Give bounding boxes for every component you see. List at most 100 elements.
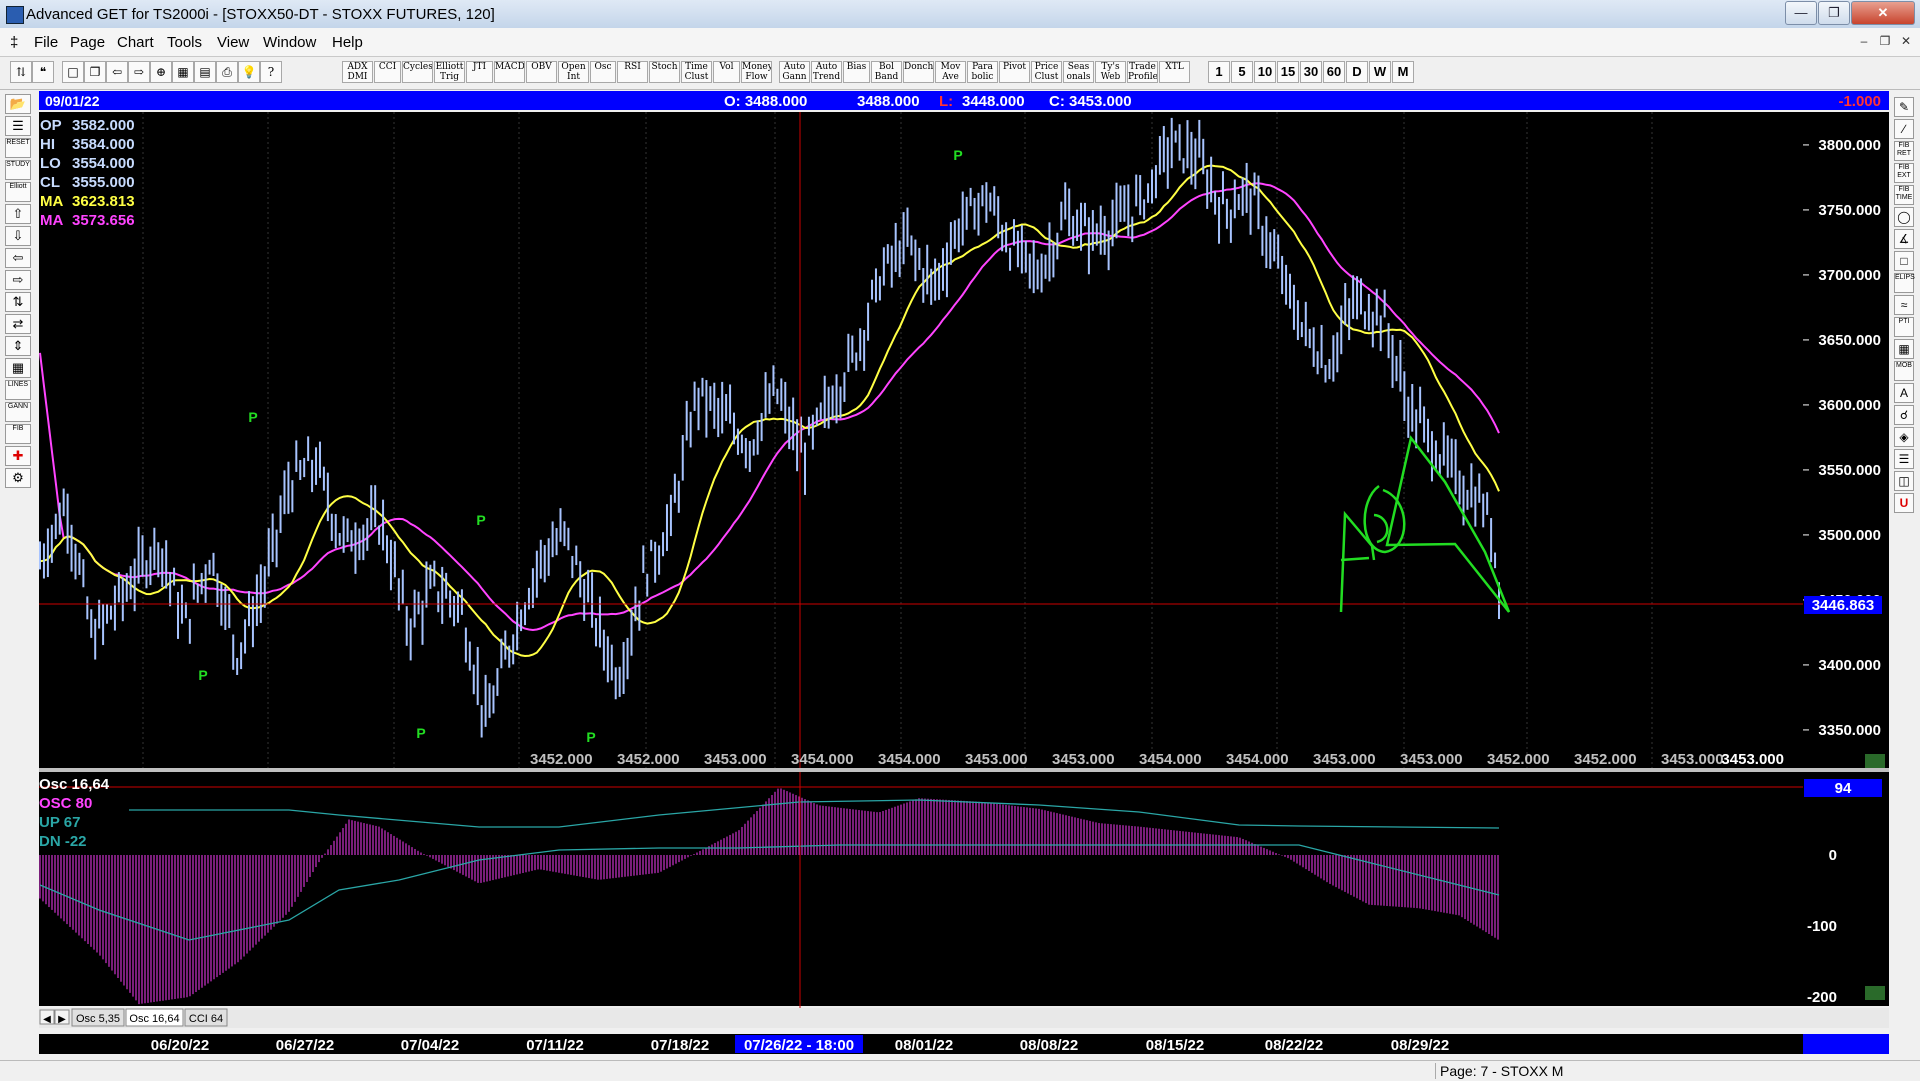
grid-icon[interactable]: ▦ (5, 358, 31, 378)
study-button-2[interactable]: Cycles (402, 61, 433, 83)
study-button-6[interactable]: OBV (526, 61, 557, 83)
paint-icon[interactable]: ◈ (1894, 427, 1914, 447)
osc-corner-icon[interactable] (1865, 986, 1885, 1000)
pencil-icon[interactable]: ✎ (1894, 97, 1914, 117)
new-page-icon[interactable]: □ (62, 61, 84, 83)
study-button-17[interactable]: Bol Band (871, 61, 902, 83)
gann-button[interactable]: GANN (5, 402, 31, 422)
study-button-20[interactable]: Para bolic (967, 61, 998, 83)
chart-area[interactable]: 09/01/22 O: 3488.000 3488.000 L: 3448.00… (39, 90, 1889, 1058)
menu-window[interactable]: Window (263, 34, 316, 51)
interval-button-1[interactable]: 1 (1208, 61, 1230, 83)
study-button-23[interactable]: Seas onals (1063, 61, 1094, 83)
study-button-15[interactable]: Auto Trend (811, 61, 842, 83)
study-button-18[interactable]: Donch (903, 61, 934, 83)
open-icon[interactable]: 📂 (5, 94, 31, 114)
study-button-26[interactable]: XTL (1159, 61, 1190, 83)
study-button-25[interactable]: Trade Profile (1127, 61, 1158, 83)
lines-button[interactable]: LINES (5, 380, 31, 400)
study-button-22[interactable]: Price Clust (1031, 61, 1062, 83)
ruler-icon[interactable]: ∕ (1894, 119, 1914, 139)
grid-icon[interactable]: ▦ (1894, 339, 1914, 359)
interval-button-D[interactable]: D (1346, 61, 1368, 83)
interval-button-10[interactable]: 10 (1254, 61, 1276, 83)
study-tab-2[interactable]: CCI 64 (184, 1008, 228, 1027)
cycle-icon[interactable]: ◯ (1894, 207, 1914, 227)
menu-view[interactable]: View (217, 34, 249, 51)
study-button-3[interactable]: Elliott Trig (434, 61, 465, 83)
fib-time-button[interactable]: FIB TIME (1894, 185, 1914, 205)
interval-button-W[interactable]: W (1369, 61, 1391, 83)
interval-button-M[interactable]: M (1392, 61, 1414, 83)
fit-icon[interactable]: ⇕ (5, 336, 31, 356)
study-button-19[interactable]: Mov Ave (935, 61, 966, 83)
study-button-24[interactable]: Ty's Web (1095, 61, 1126, 83)
fib-ret-button[interactable]: FIB RET (1894, 141, 1914, 161)
bulb-icon[interactable]: 💡 (238, 61, 260, 83)
menu-chart[interactable]: Chart (117, 34, 154, 51)
study-button-5[interactable]: MACD (494, 61, 525, 83)
zoom-icon[interactable]: ⊕ (150, 61, 172, 83)
fib-lines-button[interactable]: FIB (5, 424, 31, 444)
study-button-7[interactable]: Open Int (558, 61, 589, 83)
study-button-8[interactable]: Osc (590, 61, 616, 83)
layout-icon[interactable]: ▤ (194, 61, 216, 83)
layers-icon[interactable]: ◫ (1894, 471, 1914, 491)
menu-file[interactable]: File (34, 34, 58, 51)
close-button[interactable]: ✕ (1851, 1, 1915, 25)
interval-button-60[interactable]: 60 (1323, 61, 1345, 83)
study-button-21[interactable]: Pivot (999, 61, 1030, 83)
box-icon[interactable]: □ (1894, 251, 1914, 271)
mob-button[interactable]: MOB (1894, 361, 1914, 381)
study-tab-1[interactable]: Osc 16,64 (125, 1008, 184, 1027)
fan-icon[interactable]: ∡ (1894, 229, 1914, 249)
menu-icon[interactable]: ‡ (10, 34, 18, 51)
study-button-4[interactable]: JTI (466, 61, 493, 83)
fib-icon[interactable]: ☰ (5, 116, 31, 136)
panel-corner-icon[interactable] (1865, 754, 1885, 768)
compress-icon[interactable]: ⇅ (5, 292, 31, 312)
study-button-10[interactable]: Stoch (649, 61, 680, 83)
interval-button-5[interactable]: 5 (1231, 61, 1253, 83)
print-icon[interactable]: ⎙ (216, 61, 238, 83)
study-button-16[interactable]: Bias (843, 61, 870, 83)
arrow-right-icon[interactable]: ⇨ (5, 270, 31, 290)
arrow-up-icon[interactable]: ⇧ (5, 204, 31, 224)
menu-tools[interactable]: Tools (167, 34, 202, 51)
study-button-0[interactable]: ADX DMI (342, 61, 373, 83)
study-button[interactable]: STUDY (5, 160, 31, 180)
menu-help[interactable]: Help (332, 34, 363, 51)
copy-icon[interactable]: ❐ (84, 61, 106, 83)
help-icon[interactable]: ? (260, 61, 282, 83)
scroll-right-icon[interactable]: ⇨ (128, 61, 150, 83)
mdi-close-icon[interactable]: ✕ (1895, 32, 1917, 50)
grid-icon[interactable]: ▦ (172, 61, 194, 83)
magnify-icon[interactable]: ☌ (1894, 405, 1914, 425)
oscillator-panel[interactable] (39, 772, 1803, 1006)
interval-button-30[interactable]: 30 (1300, 61, 1322, 83)
study-button-12[interactable]: Vol (713, 61, 740, 83)
study-tab-0[interactable]: Osc 5,35 (71, 1008, 125, 1027)
scroll-left-icon[interactable]: ⇦ (106, 61, 128, 83)
menu-page[interactable]: Page (70, 34, 105, 51)
study-button-1[interactable]: CCI (374, 61, 401, 83)
maximize-button[interactable]: ❐ (1818, 1, 1850, 25)
arrow-down-icon[interactable]: ⇩ (5, 226, 31, 246)
study-button-11[interactable]: Time Clust (681, 61, 712, 83)
price-panel[interactable] (39, 112, 1803, 858)
settings-icon[interactable]: ⚙ (5, 468, 31, 488)
fib-ext-button[interactable]: FIB EXT (1894, 163, 1914, 183)
cursor-icon[interactable]: ⇅ (10, 61, 32, 83)
arrow-left-icon[interactable]: ⇦ (5, 248, 31, 268)
study-button-14[interactable]: Auto Gann (779, 61, 810, 83)
wave-icon[interactable]: ≈ (1894, 295, 1914, 315)
text-icon[interactable]: A (1894, 383, 1914, 403)
elips-button[interactable]: ELIPS (1894, 273, 1915, 293)
mdi-minimize-icon[interactable]: – (1853, 32, 1875, 50)
cross-icon[interactable]: ✚ (5, 446, 31, 466)
magnet-icon[interactable]: U (1894, 493, 1914, 513)
expand-icon[interactable]: ⇄ (5, 314, 31, 334)
reset-button[interactable]: RESET (5, 138, 31, 158)
tab-scroll-left[interactable]: ◀ (39, 1009, 55, 1025)
tab-scroll-right[interactable]: ▶ (54, 1009, 70, 1025)
